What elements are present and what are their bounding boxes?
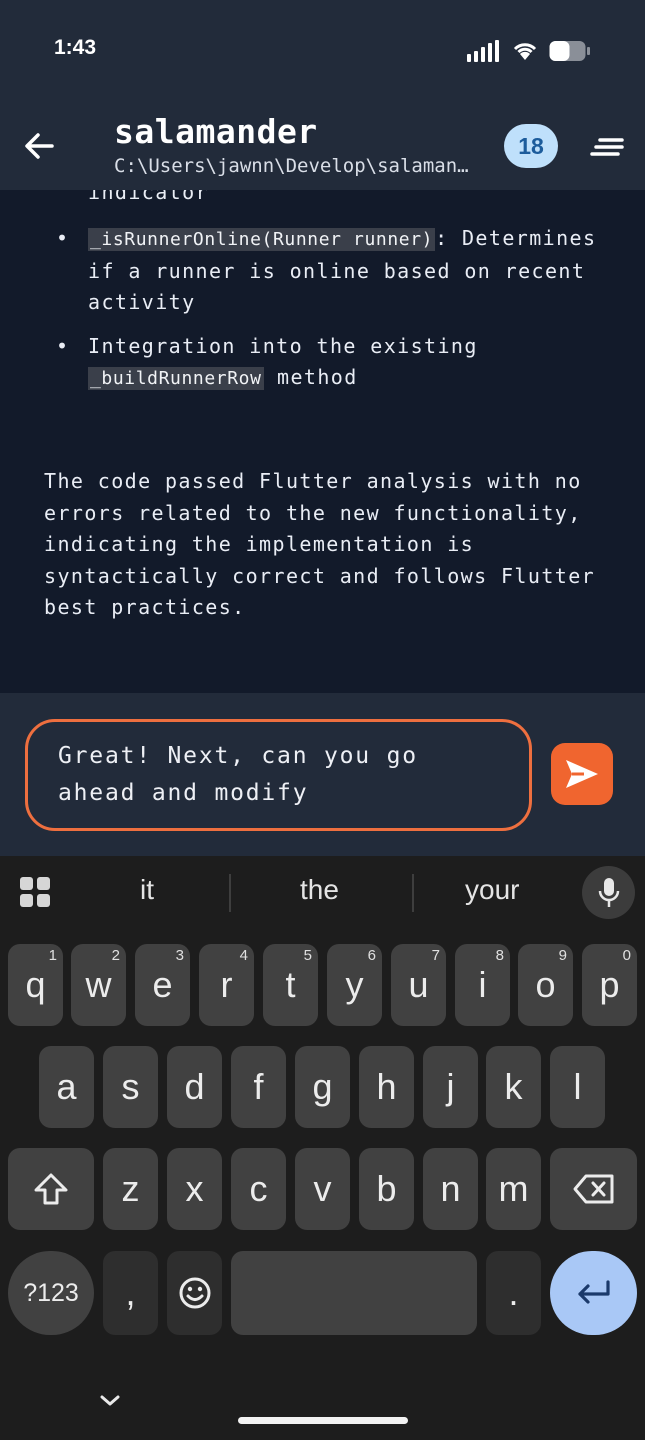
key-hint: 6: [367, 947, 376, 964]
key-hint: 3: [175, 947, 184, 964]
key-label: u: [408, 964, 429, 1005]
key-y[interactable]: y6: [327, 944, 382, 1026]
shift-key[interactable]: [8, 1148, 94, 1230]
key-label: p: [599, 964, 620, 1005]
key-label: w: [85, 964, 112, 1005]
key-x[interactable]: x: [167, 1148, 222, 1230]
keyboard: it the your q1 w2 e3 r4 t5 y6 u7 i8 o9 p…: [0, 856, 645, 1440]
inline-code: _buildRunnerRow: [88, 367, 264, 390]
key-u[interactable]: u7: [391, 944, 446, 1026]
message-paragraph: The code passed Flutter analysis with no…: [44, 469, 596, 619]
key-l[interactable]: l: [550, 1046, 605, 1128]
key-g[interactable]: g: [295, 1046, 350, 1128]
mic-icon: [598, 877, 619, 907]
key-j[interactable]: j: [423, 1046, 478, 1128]
key-v[interactable]: v: [295, 1148, 350, 1230]
enter-icon: [577, 1280, 610, 1304]
key-s[interactable]: s: [103, 1046, 158, 1128]
apps-grid-icon[interactable]: [19, 876, 51, 908]
home-indicator[interactable]: [238, 1417, 408, 1424]
key-b[interactable]: b: [359, 1148, 414, 1230]
key-label: e: [152, 964, 173, 1005]
key-w[interactable]: w2: [71, 944, 126, 1026]
divider: [412, 874, 414, 912]
app-header: 1:43 salamander C:\Users\jawnn\Develop\s…: [0, 0, 645, 190]
count-badge[interactable]: 18: [504, 124, 558, 168]
key-r[interactable]: r4: [199, 944, 254, 1026]
wifi-icon: [513, 43, 537, 60]
key-z[interactable]: z: [103, 1148, 158, 1230]
emoji-icon: [179, 1277, 210, 1309]
shift-icon: [34, 1173, 68, 1205]
message-input[interactable]: Great! Next, can you go ahead and modify: [25, 719, 532, 831]
send-icon: [566, 760, 598, 788]
key-d[interactable]: d: [167, 1046, 222, 1128]
key-i[interactable]: i8: [455, 944, 510, 1026]
key-hint: 1: [48, 947, 57, 964]
status-icons: [467, 38, 591, 64]
key-o[interactable]: o9: [518, 944, 573, 1026]
key-m[interactable]: m: [486, 1148, 541, 1230]
key-label: i: [478, 964, 487, 1005]
key-q[interactable]: q1: [8, 944, 63, 1026]
emoji-key[interactable]: [167, 1251, 222, 1335]
key-hint: 8: [495, 947, 504, 964]
key-hint: 0: [622, 947, 631, 964]
key-label: r: [220, 964, 233, 1005]
list-item: • _isRunnerOnline(Runner runner): Determ…: [0, 223, 645, 319]
key-h[interactable]: h: [359, 1046, 414, 1128]
bullet-text: method: [263, 365, 358, 389]
key-hint: 5: [303, 947, 312, 964]
key-hint: 7: [431, 947, 440, 964]
suggestion-strip: it the your: [0, 856, 645, 928]
key-k[interactable]: k: [486, 1046, 541, 1128]
key-c[interactable]: c: [231, 1148, 286, 1230]
project-path: C:\Users\jawnn\Develop\salamander: [114, 155, 479, 177]
key-label: q: [25, 964, 46, 1005]
bullet-text: Integration into the existing: [88, 333, 478, 358]
menu-lines-icon[interactable]: [590, 130, 626, 164]
space-key[interactable]: [231, 1251, 477, 1335]
key-hint: 9: [558, 947, 567, 964]
bullet-list: • _isRunnerOnline(Runner runner): Determ…: [0, 223, 645, 407]
status-time: 1:43: [54, 36, 97, 59]
page-title: salamander: [114, 112, 318, 151]
message-area: indicator • _isRunnerOnline(Runner runne…: [0, 190, 645, 693]
list-item: • Integration into the existing _buildRu…: [0, 331, 645, 395]
bullet-dot: •: [56, 333, 70, 358]
suggestion-word[interactable]: it: [140, 874, 154, 906]
period-key[interactable]: .: [486, 1251, 541, 1335]
key-label: t: [285, 964, 296, 1005]
message-cut-line: indicator: [88, 190, 209, 204]
key-t[interactable]: t5: [263, 944, 318, 1026]
composer-bar: Great! Next, can you go ahead and modify: [0, 693, 645, 856]
suggestion-word[interactable]: your: [465, 874, 519, 906]
battery-icon: [549, 41, 590, 61]
key-f[interactable]: f: [231, 1046, 286, 1128]
key-e[interactable]: e3: [135, 944, 190, 1026]
backspace-icon: [573, 1174, 613, 1204]
bullet-dot: •: [56, 226, 70, 250]
key-label: o: [535, 964, 556, 1005]
voice-input-button[interactable]: [582, 866, 635, 919]
suggestion-word[interactable]: the: [300, 874, 339, 906]
key-label: y: [345, 964, 364, 1005]
key-hint: 4: [239, 947, 248, 964]
backspace-key[interactable]: [550, 1148, 637, 1230]
signal-icon: [467, 40, 499, 62]
key-hint: 2: [111, 947, 120, 964]
chevron-down-icon[interactable]: [96, 1391, 124, 1411]
inline-code: _isRunnerOnline(Runner runner): [88, 228, 436, 251]
enter-key[interactable]: [550, 1251, 637, 1335]
send-button[interactable]: [551, 743, 613, 805]
key-p[interactable]: p0: [582, 944, 637, 1026]
comma-key[interactable]: ,: [103, 1251, 158, 1335]
divider: [229, 874, 231, 912]
key-a[interactable]: a: [39, 1046, 94, 1128]
back-arrow-icon[interactable]: [20, 124, 60, 168]
symbols-key[interactable]: ?123: [8, 1251, 94, 1335]
key-n[interactable]: n: [423, 1148, 478, 1230]
